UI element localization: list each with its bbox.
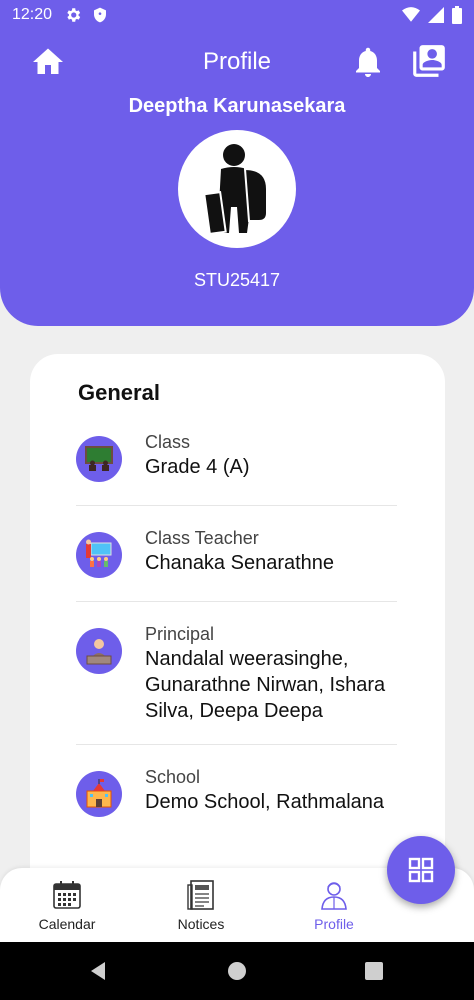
nav-label: Notices bbox=[177, 916, 225, 932]
school-info: School Demo School, Rathmalana bbox=[76, 767, 398, 859]
back-icon bbox=[91, 962, 105, 980]
battery-icon bbox=[452, 6, 462, 24]
nav-item-calendar[interactable]: Calendar bbox=[7, 868, 127, 942]
back-button[interactable] bbox=[88, 961, 108, 981]
avatar bbox=[178, 130, 296, 248]
notices-icon bbox=[185, 878, 217, 912]
class-info: Class Grade 4 (A) bbox=[76, 432, 398, 504]
student-backpack-icon bbox=[203, 144, 268, 235]
divider bbox=[76, 601, 397, 602]
nav-label: Calendar bbox=[38, 916, 96, 932]
principal-info: Principal Nandalal weerasinghe, Gunarath… bbox=[76, 624, 398, 726]
nav-item-notices[interactable]: Notices bbox=[141, 868, 261, 942]
grid-icon bbox=[408, 857, 434, 883]
student-name: Deeptha Karunasekara bbox=[128, 95, 346, 117]
class-teacher-info: Class Teacher Chanaka Senarathne bbox=[76, 528, 398, 600]
wifi-icon bbox=[402, 7, 420, 22]
info-label: Class Teacher bbox=[145, 528, 259, 548]
contacts-icon bbox=[413, 45, 445, 77]
info-label: Principal bbox=[145, 624, 215, 644]
shield-icon bbox=[94, 7, 107, 23]
info-value: Nandalal weerasinghe, Gunarathne Nirwan,… bbox=[145, 648, 386, 722]
profile-header: Profile Deeptha Karunasekara STU25417 bbox=[0, 0, 474, 326]
teacher-icon bbox=[76, 532, 122, 578]
school-building-icon bbox=[76, 771, 122, 817]
info-label: Class bbox=[145, 432, 191, 452]
notifications-button[interactable] bbox=[350, 44, 386, 80]
principal-icon bbox=[76, 628, 122, 674]
menu-fab-button[interactable] bbox=[387, 836, 455, 904]
general-card: General Class Grade 4 (A) Class Teacher … bbox=[30, 354, 445, 914]
gear-icon bbox=[67, 8, 81, 22]
status-time: 12:20 bbox=[12, 6, 53, 23]
info-label: School bbox=[145, 767, 201, 787]
divider bbox=[76, 505, 397, 506]
divider bbox=[76, 744, 397, 745]
info-value: Grade 4 (A) bbox=[145, 456, 250, 478]
page-title: Profile bbox=[202, 48, 272, 75]
signal-icon bbox=[428, 7, 444, 23]
recents-icon bbox=[365, 962, 383, 980]
nav-label: Profile bbox=[314, 916, 354, 932]
calendar-icon bbox=[51, 878, 83, 912]
classroom-icon bbox=[76, 436, 122, 482]
info-value: Demo School, Rathmalana bbox=[145, 791, 385, 813]
bell-icon bbox=[356, 47, 380, 77]
system-home-button[interactable] bbox=[227, 961, 247, 981]
recents-button[interactable] bbox=[364, 961, 384, 981]
student-id: STU25417 bbox=[193, 270, 281, 290]
info-value: Chanaka Senarathne bbox=[145, 552, 335, 574]
home-circle-icon bbox=[228, 962, 246, 980]
section-heading: General bbox=[78, 380, 160, 405]
nav-item-profile[interactable]: Profile bbox=[274, 868, 394, 942]
profile-icon bbox=[318, 878, 350, 912]
system-nav-bar bbox=[0, 942, 474, 1000]
status-bar: 12:20 bbox=[0, 0, 474, 30]
contacts-button[interactable] bbox=[410, 42, 448, 80]
